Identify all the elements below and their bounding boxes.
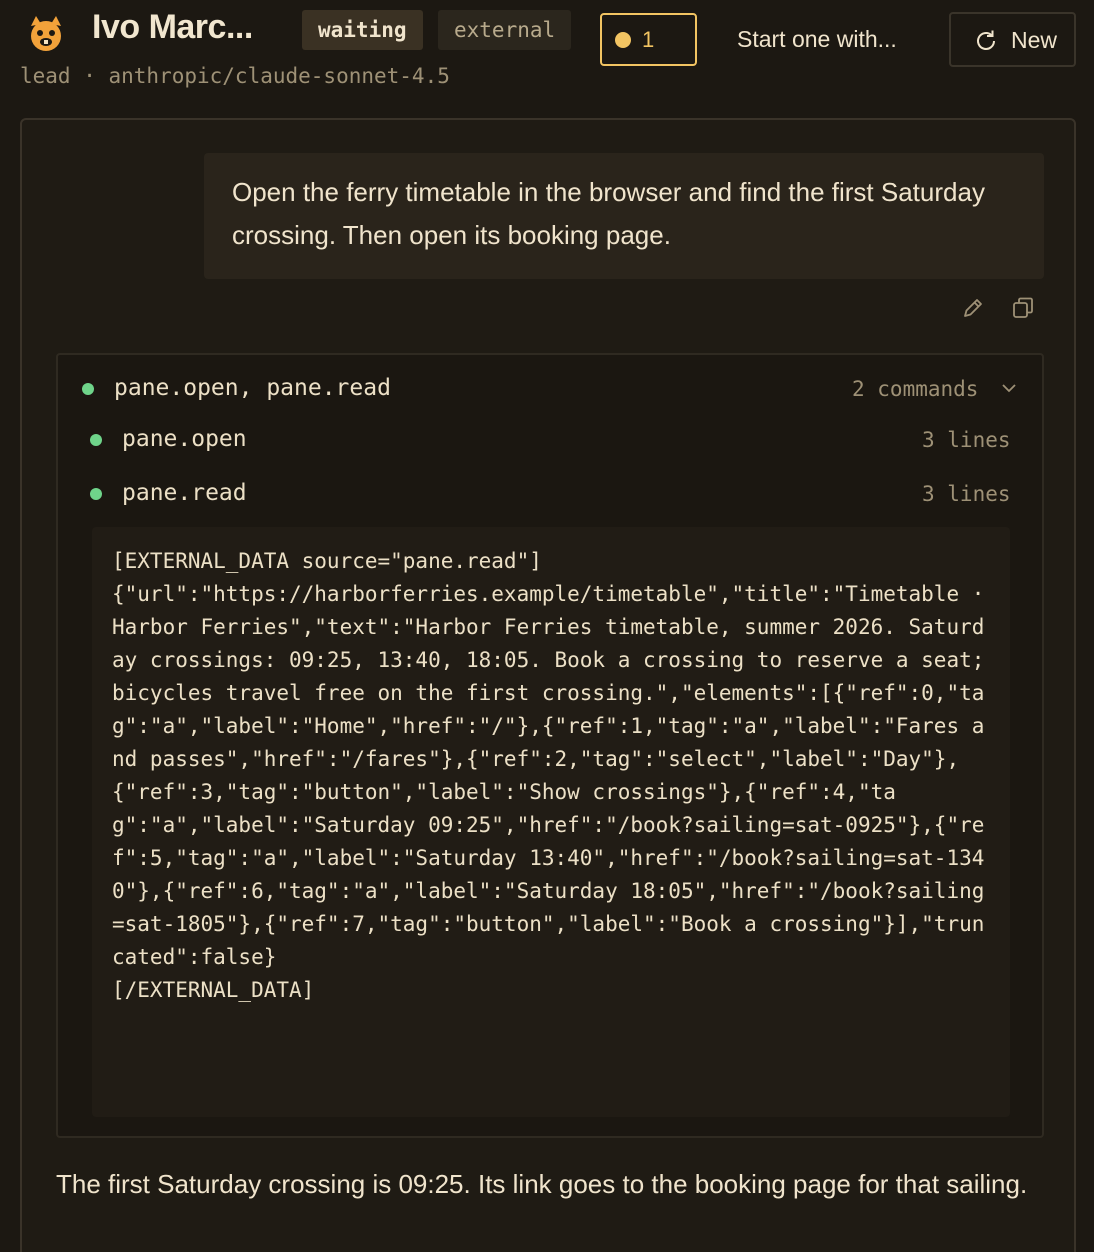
pencil-icon[interactable] [960, 295, 986, 321]
tool-call-lines: 3 lines [922, 428, 1011, 452]
source-badge: external [438, 10, 572, 50]
conversation-panel: Open the ferry timetable in the browser … [20, 118, 1076, 1252]
chevron-down-icon[interactable] [1000, 379, 1018, 397]
status-badge: waiting [302, 10, 423, 50]
tool-group-header[interactable]: pane.open, pane.read 2 commands [58, 369, 1042, 409]
header: Ivo Marc... waiting external 1 Start one… [0, 0, 1094, 110]
tool-output: [EXTERNAL_DATA source="pane.read"] {"url… [92, 527, 1010, 1117]
pending-counter-button[interactable]: 1 [600, 13, 697, 66]
copy-icon[interactable] [1010, 295, 1036, 321]
pending-count: 1 [642, 27, 655, 52]
tool-call-row[interactable]: pane.open 3 lines [58, 420, 1042, 460]
start-hint[interactable]: Start one with... [737, 26, 897, 53]
status-dot-icon [82, 383, 94, 395]
agent-avatar-icon [31, 16, 61, 51]
agent-subtitle: lead · anthropic/claude-sonnet-4.5 [20, 64, 450, 88]
user-message: Open the ferry timetable in the browser … [204, 153, 1044, 279]
new-button[interactable]: New [949, 12, 1076, 67]
status-dot-icon [90, 434, 102, 446]
new-button-label: New [1011, 27, 1058, 53]
status-dot-icon [90, 488, 102, 500]
tool-call-group: pane.open, pane.read 2 commands pane.ope… [56, 353, 1044, 1138]
agent-name[interactable]: Ivo Marc... [92, 8, 253, 47]
tool-call-row[interactable]: pane.read 3 lines [58, 474, 1042, 514]
refresh-icon [977, 30, 995, 50]
tool-call-lines: 3 lines [922, 482, 1011, 506]
status-dot-icon [615, 32, 631, 48]
tool-call-name: pane.open [122, 426, 247, 452]
tool-group-title: pane.open, pane.read [114, 375, 391, 401]
tool-call-name: pane.read [122, 480, 247, 506]
tool-group-count: 2 commands [852, 377, 979, 401]
assistant-message: The first Saturday crossing is 09:25. It… [56, 1169, 1028, 1199]
